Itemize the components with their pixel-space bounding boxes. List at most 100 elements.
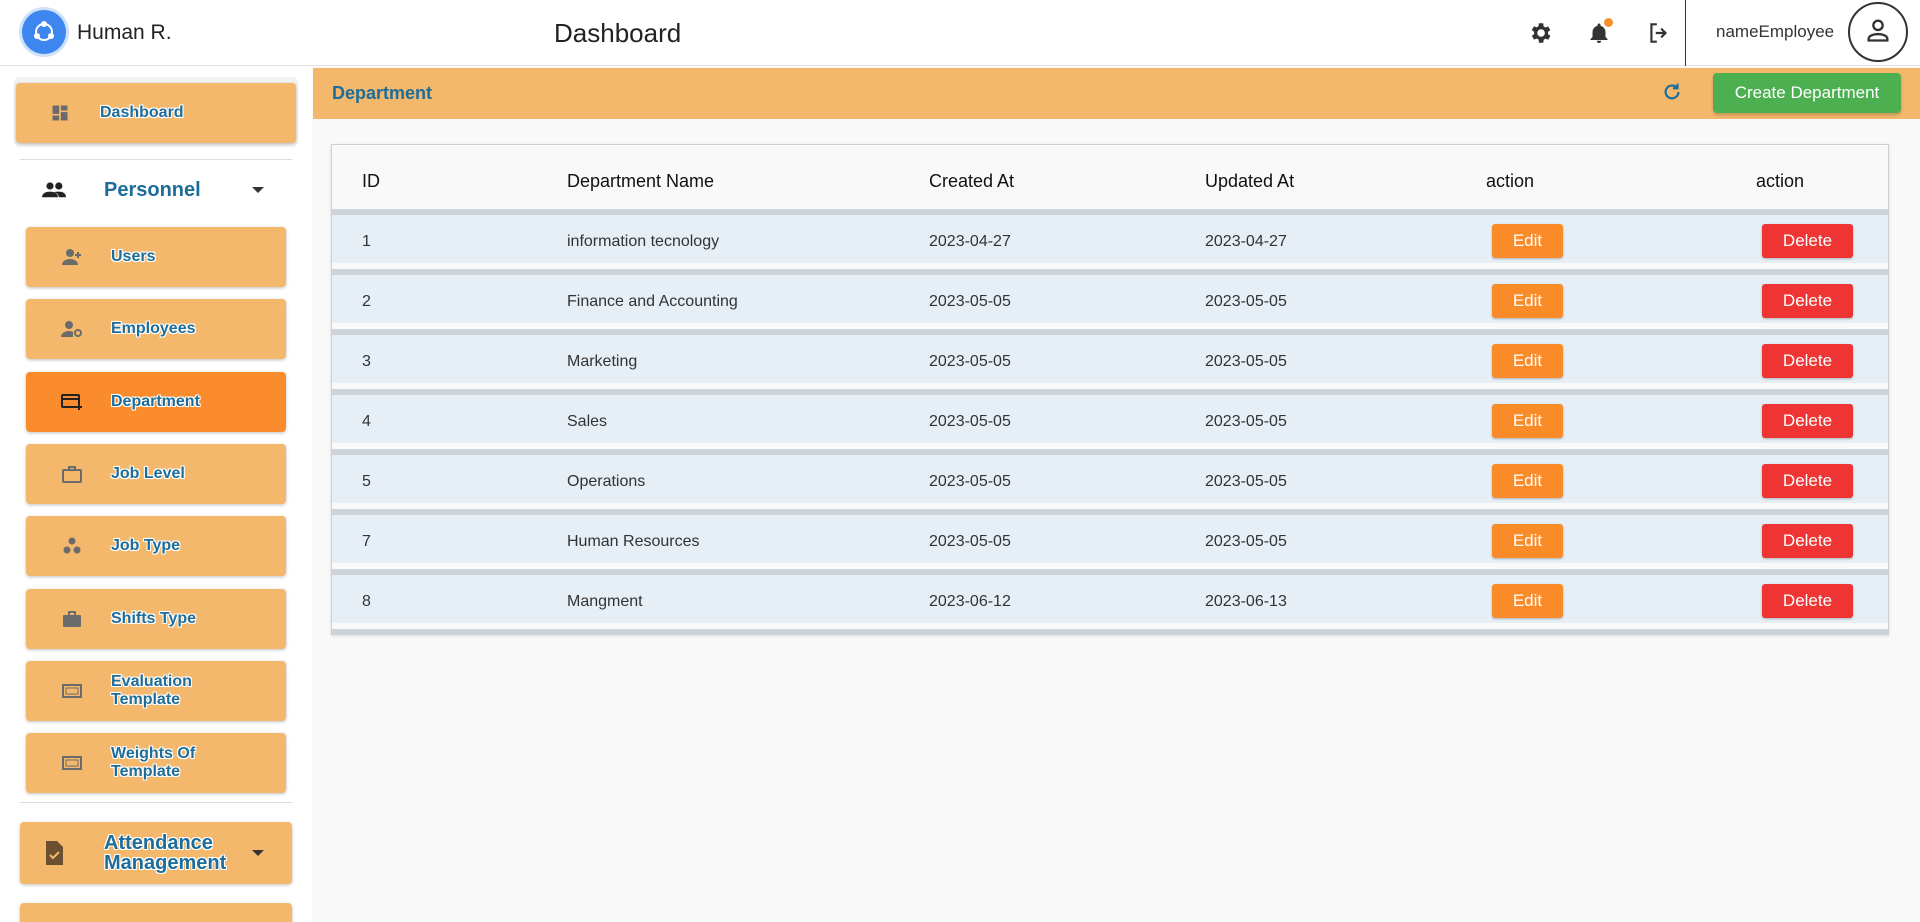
briefcase-icon: [60, 607, 84, 631]
edit-button[interactable]: Edit: [1492, 524, 1563, 558]
cell-created-at: 2023-04-27: [929, 233, 1011, 250]
department-table: ID Department Name Created At Updated At…: [331, 144, 1889, 635]
sidebar-group-personnel[interactable]: Personnel: [20, 158, 292, 222]
sidebar-group-label: Personnel: [104, 179, 201, 201]
bell-icon[interactable]: [1583, 17, 1615, 49]
table-row: 5 Operations 2023-05-05 2023-05-05 Edit …: [332, 449, 1888, 503]
sidebar-item-label: Users: [111, 248, 156, 265]
delete-button[interactable]: Delete: [1762, 344, 1853, 378]
workspaces-icon: [60, 534, 84, 558]
cell-updated-at: 2023-05-05: [1205, 533, 1287, 550]
sidebar-item-department[interactable]: Department: [26, 372, 286, 432]
cell-department-name: Mangment: [567, 593, 643, 610]
cell-department-name: Marketing: [567, 353, 638, 370]
sidebar-item-job-type[interactable]: Job Type: [26, 516, 286, 576]
sidebar-item-weights-of-template[interactable]: Weights Of Template: [26, 733, 286, 793]
cell-created-at: 2023-06-12: [929, 593, 1011, 610]
cell-id: 5: [362, 473, 371, 490]
sidebar-item-users[interactable]: Users: [26, 227, 286, 287]
sidebar-item-job-level[interactable]: Job Level: [26, 444, 286, 504]
cell-updated-at: 2023-05-05: [1205, 413, 1287, 430]
people-icon: [42, 178, 66, 202]
edit-button[interactable]: Edit: [1492, 584, 1563, 618]
sidebar-item-employees[interactable]: Employees: [26, 299, 286, 359]
column-header-action-edit: action: [1486, 171, 1535, 191]
cell-department-name: Human Resources: [567, 533, 700, 550]
cell-id: 7: [362, 533, 371, 550]
page-title: Dashboard: [554, 18, 682, 48]
edit-button[interactable]: Edit: [1492, 344, 1563, 378]
cell-id: 4: [362, 413, 371, 430]
table-row: 4 Sales 2023-05-05 2023-05-05 Edit Delet…: [332, 389, 1888, 443]
cell-department-name: Finance and Accounting: [567, 293, 738, 310]
column-header-updated-at[interactable]: Updated At: [1205, 171, 1294, 192]
delete-button[interactable]: Delete: [1762, 464, 1853, 498]
cell-created-at: 2023-05-05: [929, 533, 1011, 550]
cell-id: 8: [362, 593, 371, 610]
cell-department-name: Operations: [567, 473, 646, 490]
add-user-icon: [60, 245, 84, 269]
sidebar-item-label: Weights Of Template: [111, 745, 196, 780]
delete-button[interactable]: Delete: [1762, 404, 1853, 438]
section-header: Department Create Department: [313, 68, 1920, 119]
delete-button[interactable]: Delete: [1762, 524, 1853, 558]
cell-updated-at: 2023-05-05: [1205, 473, 1287, 490]
notification-dot: [1604, 18, 1613, 27]
sidebar-item-label: Employees: [111, 320, 196, 337]
assignment-check-icon: [42, 841, 66, 865]
cell-created-at: 2023-05-05: [929, 473, 1011, 490]
table-row: 1 information tecnology 2023-04-27 2023-…: [332, 209, 1888, 263]
sidebar-item-label: Job Type: [111, 537, 181, 554]
refresh-button[interactable]: [1657, 79, 1687, 109]
sidebar-divider: [20, 802, 292, 803]
delete-button[interactable]: Delete: [1762, 584, 1853, 618]
logout-icon[interactable]: [1643, 17, 1675, 49]
user-name[interactable]: nameEmployee: [1716, 22, 1834, 42]
cell-created-at: 2023-05-05: [929, 293, 1011, 310]
create-department-button[interactable]: Create Department: [1713, 73, 1901, 113]
column-header-created-at[interactable]: Created At: [929, 171, 1014, 192]
chevron-down-icon: [252, 850, 264, 856]
edit-button[interactable]: Edit: [1492, 404, 1563, 438]
cell-id: 2: [362, 293, 371, 310]
chevron-down-icon: [252, 187, 264, 193]
cell-updated-at: 2023-05-05: [1205, 293, 1287, 310]
delete-button[interactable]: Delete: [1762, 284, 1853, 318]
gear-icon[interactable]: [1524, 17, 1556, 49]
manage-accounts-icon: [60, 317, 84, 341]
refresh-icon: [1661, 81, 1683, 108]
cell-updated-at: 2023-04-27: [1205, 233, 1287, 250]
frame-icon: [60, 751, 84, 775]
briefcase-outline-icon: [60, 462, 84, 486]
sidebar-item-label: Department: [111, 393, 200, 410]
cell-id: 3: [362, 353, 371, 370]
edit-button[interactable]: Edit: [1492, 284, 1563, 318]
delete-button[interactable]: Delete: [1762, 224, 1853, 258]
column-header-action-delete: action: [1756, 171, 1805, 191]
table-row: 8 Mangment 2023-06-12 2023-06-13 Edit De…: [332, 569, 1888, 623]
column-header-id[interactable]: ID: [362, 171, 380, 192]
card-add-icon: [60, 390, 84, 414]
sidebar-item-next[interactable]: [20, 903, 292, 922]
cell-created-at: 2023-05-05: [929, 353, 1011, 370]
table-row: 7 Human Resources 2023-05-05 2023-05-05 …: [332, 509, 1888, 563]
dashboard-icon: [48, 101, 72, 125]
sidebar-item-label: Evaluation Template: [111, 673, 192, 708]
sidebar-item-evaluation-template[interactable]: Evaluation Template: [26, 661, 286, 721]
sidebar-group-label: Attendance Management: [104, 832, 227, 874]
sidebar: Dashboard Personnel Users Employees Depa…: [0, 67, 312, 922]
edit-button[interactable]: Edit: [1492, 464, 1563, 498]
app-logo-icon[interactable]: [22, 10, 66, 54]
edit-button[interactable]: Edit: [1492, 224, 1563, 258]
sidebar-item-shifts-type[interactable]: Shifts Type: [26, 589, 286, 649]
cell-id: 1: [362, 233, 371, 250]
user-avatar[interactable]: [1848, 2, 1908, 62]
sidebar-item-label: Dashboard: [100, 104, 184, 121]
sidebar-group-attendance[interactable]: Attendance Management: [20, 822, 292, 884]
table-row: 2 Finance and Accounting 2023-05-05 2023…: [332, 269, 1888, 323]
sidebar-item-dashboard[interactable]: Dashboard: [16, 83, 296, 143]
column-header-department-name[interactable]: Department Name: [567, 171, 714, 192]
cell-updated-at: 2023-06-13: [1205, 593, 1287, 610]
top-divider: [1685, 0, 1686, 66]
sidebar-item-label: Job Level: [111, 465, 185, 482]
